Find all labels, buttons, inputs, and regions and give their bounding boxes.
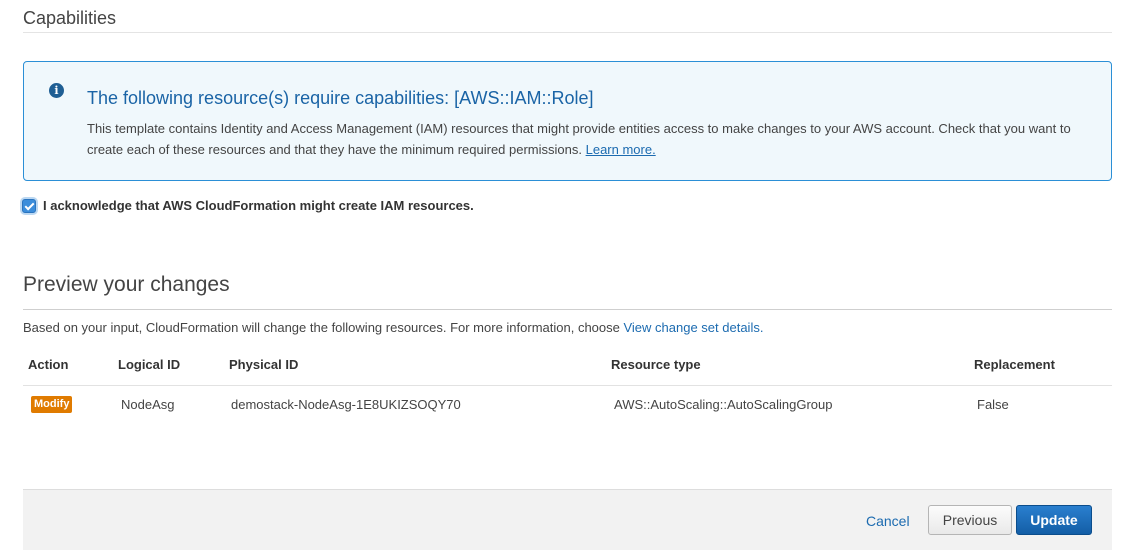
footer-bar: Cancel Previous Update	[23, 489, 1112, 550]
preview-heading: Preview your changes	[23, 273, 230, 296]
learn-more-link[interactable]: Learn more.	[586, 142, 656, 157]
column-header-replacement: Replacement	[974, 357, 1055, 372]
info-body-text: This template contains Identity and Acce…	[87, 121, 1071, 157]
info-title: The following resource(s) require capabi…	[87, 88, 594, 108]
preview-description: Based on your input, CloudFormation will…	[23, 320, 763, 335]
preview-description-text: Based on your input, CloudFormation will…	[23, 320, 620, 335]
acknowledge-row[interactable]: I acknowledge that AWS CloudFormation mi…	[22, 198, 474, 213]
view-change-set-link[interactable]: View change set details.	[623, 320, 763, 335]
cell-logical-id: NodeAsg	[121, 397, 175, 412]
update-button[interactable]: Update	[1016, 505, 1092, 535]
capabilities-info-box: i The following resource(s) require capa…	[23, 61, 1112, 181]
column-header-physical-id: Physical ID	[229, 357, 299, 372]
info-icon: i	[49, 83, 64, 98]
acknowledge-label[interactable]: I acknowledge that AWS CloudFormation mi…	[43, 198, 474, 213]
divider	[23, 309, 1112, 310]
cell-physical-id: demostack-NodeAsg-1E8UKIZSOQY70	[231, 397, 461, 412]
column-header-resource-type: Resource type	[611, 357, 701, 372]
cell-replacement: False	[977, 397, 1009, 412]
table-header-divider	[23, 385, 1112, 386]
cell-resource-type: AWS::AutoScaling::AutoScalingGroup	[614, 397, 833, 412]
capabilities-heading: Capabilities	[23, 8, 117, 28]
action-badge: Modify	[31, 396, 73, 413]
acknowledge-checkbox[interactable]	[22, 198, 36, 213]
divider	[23, 32, 1112, 33]
previous-button[interactable]: Previous	[928, 505, 1012, 535]
info-body: This template contains Identity and Acce…	[87, 118, 1097, 160]
column-header-logical-id: Logical ID	[118, 357, 181, 372]
cancel-link[interactable]: Cancel	[866, 513, 910, 529]
column-header-action: Action	[28, 357, 69, 372]
